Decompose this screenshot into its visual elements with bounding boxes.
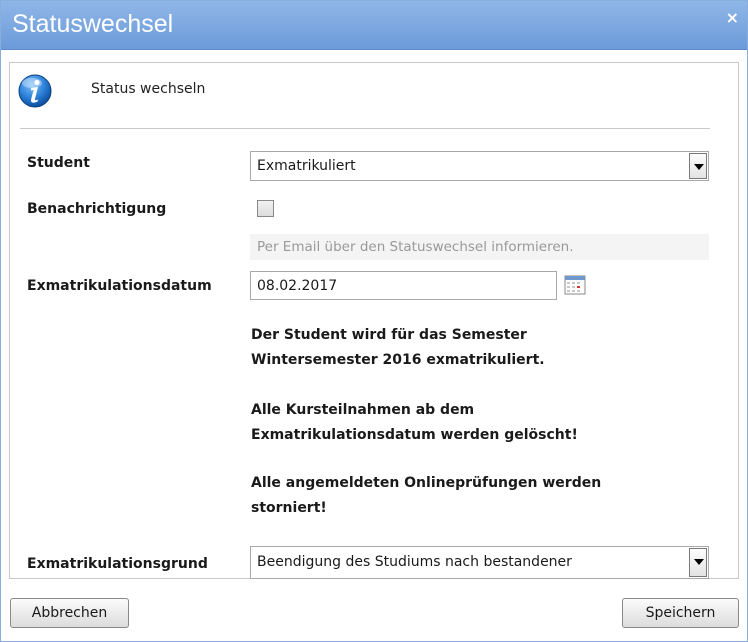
exmatriculation-date-label: Exmatrikulationsdatum xyxy=(27,278,212,294)
exmatriculation-date-input[interactable] xyxy=(250,271,557,300)
status-change-dialog: Statuswechsel × Status wechseln Student … xyxy=(0,0,748,642)
student-status-select[interactable]: Exmatrikuliert xyxy=(250,151,709,181)
cancel-button[interactable]: Abbrechen xyxy=(10,598,129,628)
calendar-icon[interactable] xyxy=(564,275,586,295)
courses-notice-line2: Exmatrikulationsdatum werden gelöscht! xyxy=(251,427,578,443)
dialog-title: Statuswechsel xyxy=(12,10,174,38)
semester-notice: Der Student wird für das Semester Winter… xyxy=(251,323,711,373)
info-icon xyxy=(18,74,52,108)
dialog-titlebar[interactable]: Statuswechsel × xyxy=(1,1,747,50)
notification-label: Benachrichtigung xyxy=(27,201,167,217)
semester-notice-line1: Der Student wird für das Semester xyxy=(251,327,527,343)
semester-notice-line2: Wintersemester 2016 exmatrikuliert. xyxy=(251,352,545,368)
chevron-down-icon[interactable] xyxy=(689,153,707,179)
exams-notice-line1: Alle angemeldeten Onlineprüfungen werden xyxy=(251,475,602,491)
info-message: Status wechseln xyxy=(91,81,206,97)
notification-checkbox[interactable] xyxy=(257,200,274,217)
courses-notice: Alle Kursteilnahmen ab dem Exmatrikulati… xyxy=(251,398,711,448)
close-icon[interactable]: × xyxy=(726,8,739,27)
student-label: Student xyxy=(27,155,90,171)
exams-notice-line2: storniert! xyxy=(251,500,327,516)
exmatriculation-reason-value: Beendigung des Studiums nach bestandener xyxy=(257,554,572,570)
exmatriculation-reason-select[interactable]: Beendigung des Studiums nach bestandener xyxy=(250,546,709,579)
notification-hint: Per Email über den Statuswechsel informi… xyxy=(250,234,709,260)
divider xyxy=(20,128,710,129)
student-status-value: Exmatrikuliert xyxy=(257,158,356,174)
exams-notice: Alle angemeldeten Onlineprüfungen werden… xyxy=(251,471,711,521)
save-button[interactable]: Speichern xyxy=(622,598,739,628)
courses-notice-line1: Alle Kursteilnahmen ab dem xyxy=(251,402,475,418)
chevron-down-icon[interactable] xyxy=(689,548,707,577)
exmatriculation-reason-label: Exmatrikulationsgrund xyxy=(27,556,208,572)
